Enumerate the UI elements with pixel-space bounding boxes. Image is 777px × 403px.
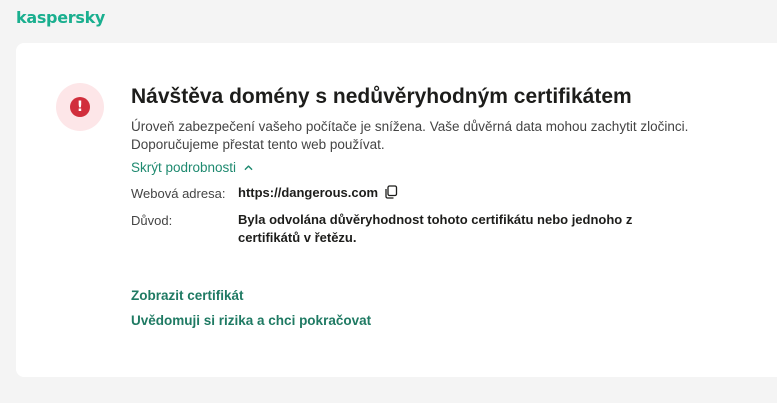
copy-icon[interactable] [384,185,398,199]
hide-details-label: Skrýt podrobnosti [131,160,237,175]
reason-label: Důvod: [131,213,173,228]
web-address-row: https://dangerous.com [238,184,398,202]
warning-icon-badge: ! [56,83,104,131]
kaspersky-logo: kaspersky [16,8,106,27]
accept-risk-continue-link[interactable]: Uvědomuji si rizika a chci pokračovat [131,313,371,328]
web-address-value: https://dangerous.com [238,185,379,200]
reason-value: Byla odvolána důvěryhodnost tohoto certi… [238,212,633,245]
warning-card: ! Návštěva domény s nedůvěryhodným certi… [16,43,777,377]
hide-details-toggle[interactable]: Skrýt podrobnosti [131,160,253,175]
warning-description: Úroveň zabezpečení vašeho počítače je sn… [131,119,689,152]
view-certificate-link[interactable]: Zobrazit certifikát [131,288,244,303]
exclamation-icon: ! [70,97,90,117]
chevron-up-icon [244,165,253,171]
web-address-label: Webová adresa: [131,186,226,201]
page-title: Návštěva domény s nedůvěryhodným certifi… [131,85,632,108]
